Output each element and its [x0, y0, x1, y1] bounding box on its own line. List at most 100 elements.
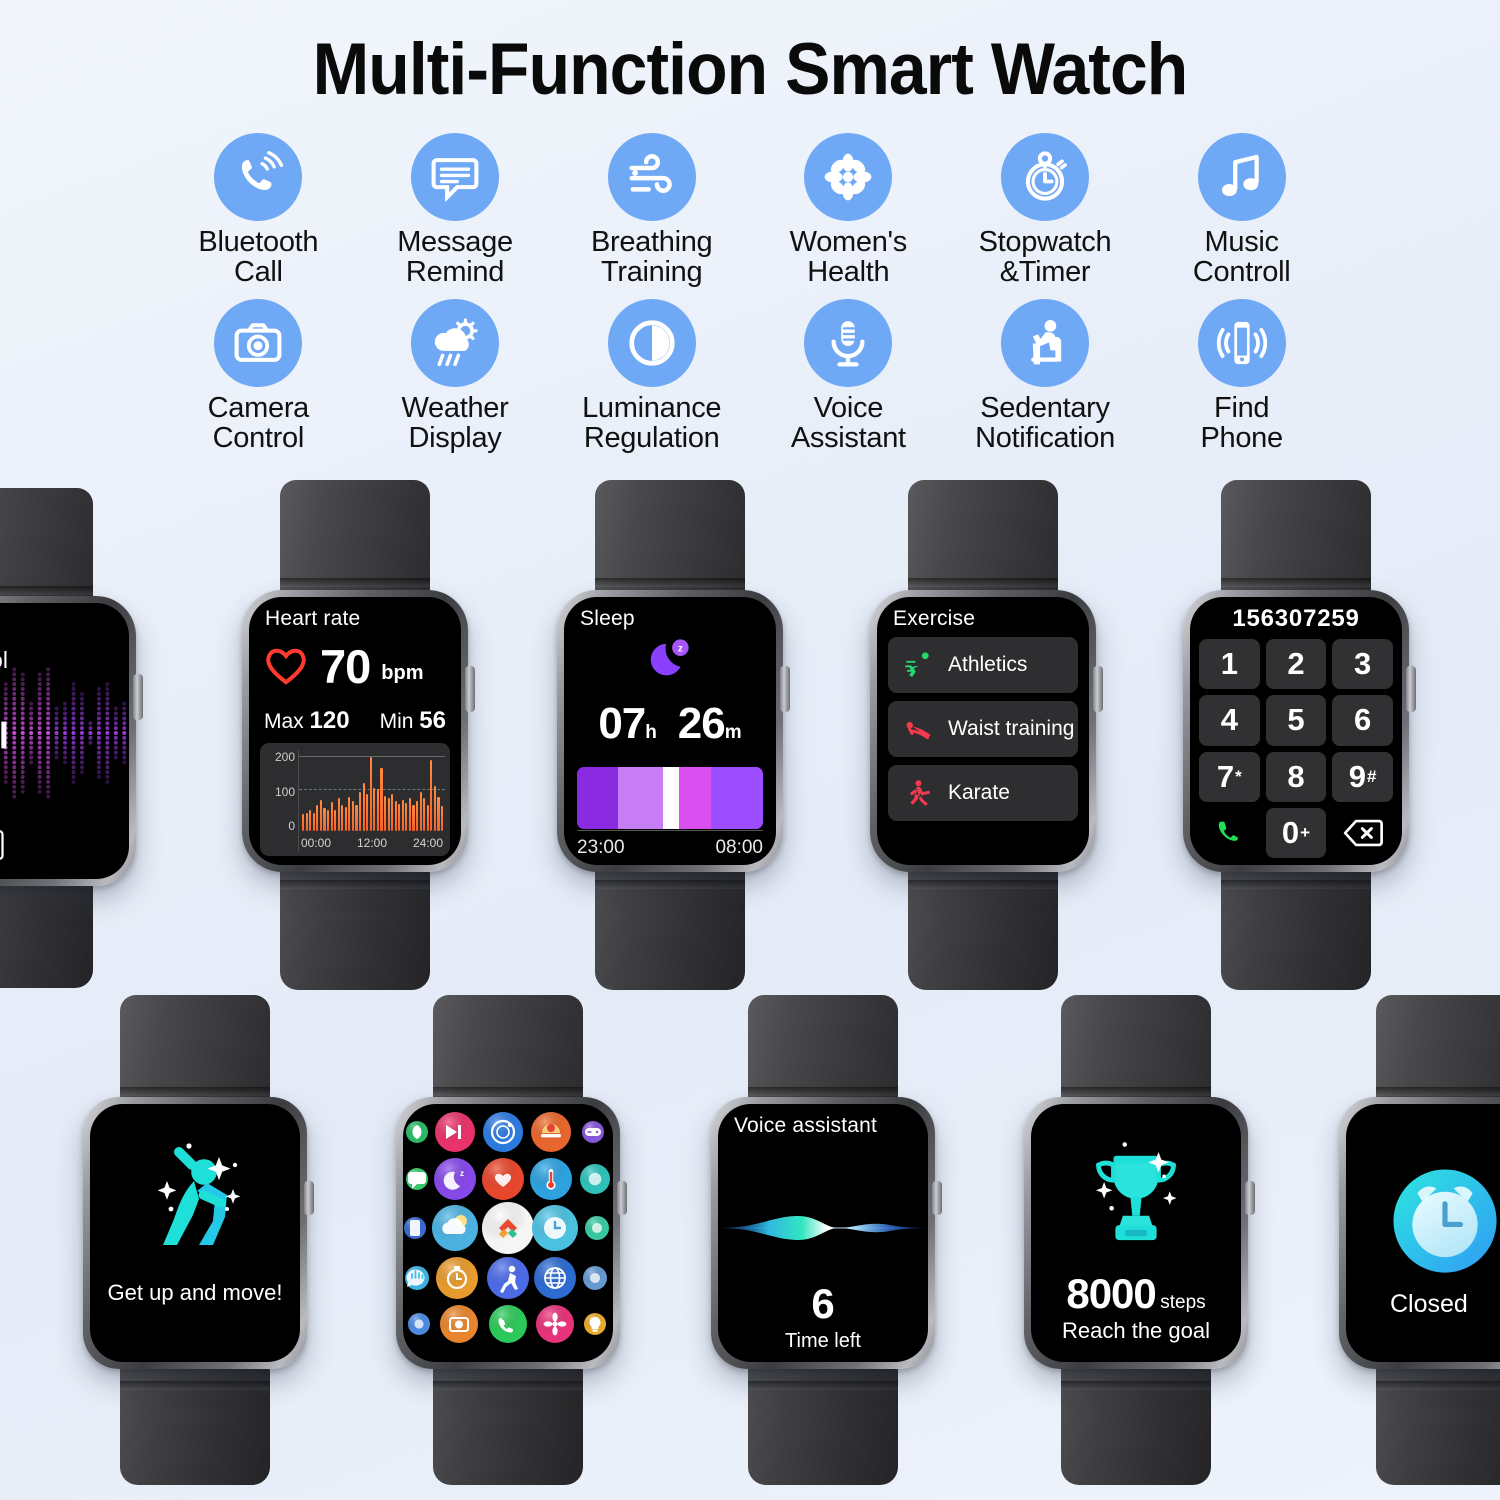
feature-label: Luminance Regulation: [582, 392, 722, 454]
exercise-item[interactable]: Karate: [888, 765, 1078, 821]
sedentary-notification-icon: [1000, 299, 1089, 388]
feature-label: Sedentary Notification: [975, 392, 1115, 454]
app-grid-icon[interactable]: z: [403, 1104, 613, 1362]
exercise-screen: Exercise Athletics Waist training Karate: [877, 597, 1089, 865]
watch-sedentary-alert: Get up and move!: [62, 995, 328, 1485]
sleep-hours-unit: h: [645, 722, 657, 743]
phone-device-icon[interactable]: [0, 830, 7, 865]
sleep-segment-rem: [679, 767, 711, 829]
dial-key-2[interactable]: 2: [1265, 639, 1327, 690]
move-screen: Get up and move!: [90, 1104, 300, 1362]
min-label: Min: [379, 710, 414, 733]
womens-health-icon: [804, 133, 893, 221]
feature-breathing-training: Breathing Training: [553, 133, 750, 287]
dial-key-3[interactable]: 3: [1332, 639, 1393, 690]
next-track-icon[interactable]: [0, 715, 13, 760]
watch-row-top: t Control: [0, 470, 1500, 995]
dial-keypad[interactable]: 1 2 3 4 5 6 7 * 8 9 #0 +: [1199, 639, 1393, 858]
feature-label: Voice Assistant: [790, 392, 906, 454]
sleep-minutes-unit: m: [724, 722, 742, 743]
trophy-icon: [1031, 1122, 1241, 1272]
svg-text:z: z: [678, 643, 683, 654]
max-label: Max: [264, 710, 304, 733]
exercise-title: Exercise: [893, 607, 976, 630]
move-caption: Get up and move!: [107, 1280, 283, 1305]
watch-heart-rate: Heart rate 70 bpm Max 120 Min 56 200 100…: [222, 480, 488, 990]
karate-icon: [904, 778, 934, 808]
call-button[interactable]: [1199, 808, 1260, 858]
heart-icon: [263, 643, 309, 690]
max-value: 120: [309, 707, 350, 734]
exercise-item[interactable]: Athletics: [888, 637, 1078, 693]
backspace-button[interactable]: [1332, 808, 1393, 858]
voice-assistant-title: Voice assistant: [734, 1114, 878, 1137]
dial-key-5[interactable]: 5: [1265, 695, 1327, 746]
running-icon: [904, 650, 934, 680]
dial-key-0[interactable]: 0 +: [1265, 807, 1327, 858]
music-screen: t Control: [0, 603, 129, 879]
camera-control-icon: [214, 299, 303, 388]
dial-key-6[interactable]: 6: [1332, 695, 1393, 746]
sleep-hours: 07: [598, 699, 646, 748]
feature-label: Breathing Training: [590, 226, 713, 288]
watch-exercise: Exercise Athletics Waist training Karate: [850, 480, 1116, 990]
watch-music-control: t Control: [0, 488, 148, 988]
exercise-item-label: Waist training: [948, 717, 1075, 740]
feature-label: Weather Display: [401, 392, 509, 454]
sleep-minutes: 26: [677, 699, 726, 748]
chart-x-axis: 00:00 12:00 24:00: [301, 836, 443, 850]
sleep-end-time: 08:00: [715, 837, 763, 858]
heart-rate-screen: Heart rate 70 bpm Max 120 Min 56 200 100…: [249, 597, 461, 865]
steps-unit: steps: [1160, 1292, 1206, 1313]
stopwatch-timer-icon: [1000, 133, 1089, 221]
sleep-start-time: 23:00: [577, 837, 625, 858]
dial-key-4[interactable]: 4: [1199, 695, 1260, 746]
sleep-segment-deep: [577, 767, 618, 829]
chart-bars: [302, 753, 444, 831]
exercise-item[interactable]: Waist training: [888, 701, 1078, 757]
watch-dialer: 156307259 1 2 3 4 5 6 7 * 8 9 #0 +: [1163, 480, 1429, 990]
alarm-clock-icon: [1390, 1166, 1500, 1281]
feature-label: Bluetooth Call: [198, 226, 319, 288]
voice-countdown: 6: [811, 1280, 835, 1327]
feature-stopwatch-timer: Stopwatch &Timer: [947, 133, 1144, 287]
feature-label: Camera Control: [207, 392, 310, 454]
sleep-stage-bar: [577, 767, 763, 829]
alarm-screen: Closed: [1346, 1104, 1500, 1362]
page-title: Multi-Function Smart Watch: [312, 29, 1189, 110]
voice-countdown-label: Time left: [785, 1330, 861, 1352]
feature-camera-control: Camera Control: [160, 299, 357, 453]
app-grid-screen[interactable]: z: [403, 1104, 613, 1362]
dial-key-9[interactable]: 9 #: [1332, 751, 1393, 802]
sleep-screen: Sleep z 07h 26m 23:00 08:00: [564, 597, 776, 865]
sleep-title: Sleep: [580, 607, 635, 630]
dial-key-1[interactable]: 1: [1199, 639, 1260, 690]
feature-label: Music Controll: [1192, 226, 1291, 288]
watch-alarm: Closed: [1318, 995, 1500, 1485]
alarm-label: Closed: [1390, 1290, 1468, 1318]
luminance-regulation-icon: [607, 299, 696, 388]
feature-weather-display: Weather Display: [357, 299, 554, 453]
bluetooth-call-icon: [214, 133, 303, 221]
heart-rate-unit: bpm: [381, 662, 424, 684]
feature-music-control: Music Controll: [1143, 133, 1340, 287]
dial-key-7[interactable]: 7 *: [1199, 751, 1260, 802]
moon-z-icon: z: [644, 635, 696, 690]
breathing-training-icon: [607, 133, 696, 221]
heart-rate-chart: 200 100 0 00:00 12:00 24:00: [260, 743, 450, 856]
feature-find-phone: Find Phone: [1143, 299, 1340, 453]
dial-key-8[interactable]: 8: [1265, 751, 1327, 802]
feature-voice-assistant: Voice Assistant: [750, 299, 947, 453]
voice-assistant-screen: Voice assistant 6 Time left: [718, 1104, 928, 1362]
feature-label: Stopwatch &Timer: [978, 226, 1112, 288]
stretching-person-icon: [90, 1122, 300, 1272]
message-remind-icon: [410, 133, 499, 221]
watch-voice-assistant: Voice assistant 6 Time left: [690, 995, 956, 1485]
min-value: 56: [419, 707, 446, 734]
exercise-item-label: Karate: [948, 781, 1010, 804]
heart-rate-value: 70: [320, 640, 371, 693]
sleep-segment-deep: [710, 767, 763, 829]
heart-rate-title: Heart rate: [265, 607, 361, 630]
feature-luminance-regulation: Luminance Regulation: [553, 299, 750, 453]
sleep-segment-awake: [662, 767, 680, 829]
